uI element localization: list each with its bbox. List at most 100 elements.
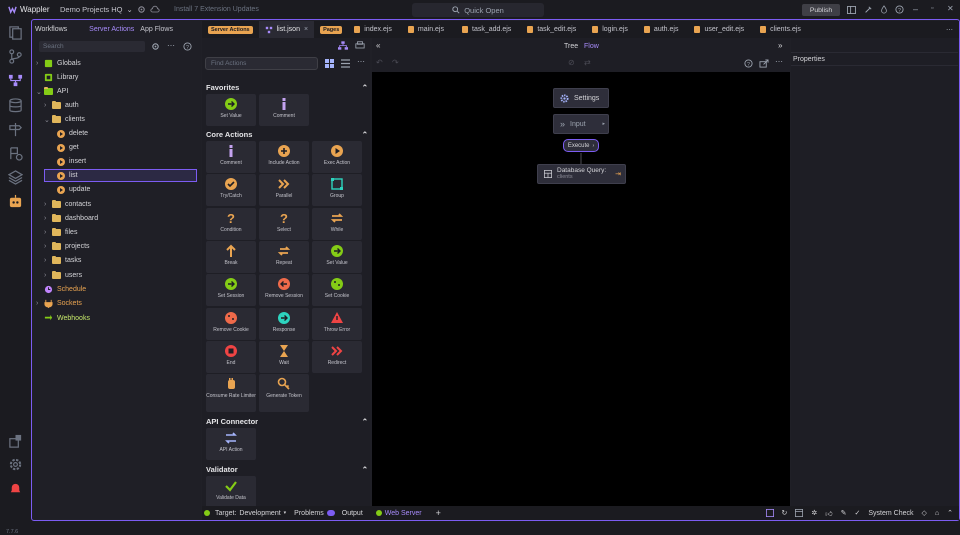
favorites-section-header[interactable]: Favorites ⌃ xyxy=(206,81,368,93)
action-tile[interactable]: API Action xyxy=(206,428,256,460)
action-tile[interactable]: Throw Error xyxy=(312,307,362,340)
view-flow-tab[interactable]: Flow xyxy=(584,43,599,50)
action-tile[interactable]: Redirect xyxy=(312,340,362,373)
minimize-icon[interactable]: – xyxy=(913,4,918,14)
tree-item-globals[interactable]: › Globals xyxy=(36,57,81,70)
git-icon[interactable] xyxy=(8,49,23,64)
layout-icon[interactable] xyxy=(847,6,856,14)
web-server-button[interactable]: Web Server xyxy=(385,510,422,517)
disabled-tool-icon[interactable]: ⊘ xyxy=(568,58,575,67)
action-tile[interactable]: Set Value xyxy=(206,94,256,126)
help-icon[interactable]: ? xyxy=(895,5,904,14)
tab-file[interactable]: task_edit.ejs xyxy=(519,21,584,38)
find-actions-input[interactable]: Find Actions xyxy=(205,57,318,70)
action-tile[interactable]: While xyxy=(312,207,362,240)
collapse-up-icon[interactable]: ⌃ xyxy=(947,509,953,517)
tree-item-get[interactable]: get xyxy=(57,141,79,154)
list-view-icon[interactable] xyxy=(341,59,350,68)
settings-node[interactable]: Settings xyxy=(553,88,609,108)
home-icon[interactable]: ⌂ xyxy=(935,510,939,517)
tree-item-delete[interactable]: delete xyxy=(57,127,88,140)
routing-icon[interactable] xyxy=(8,122,23,137)
tabs-more-icon[interactable]: ⋯ xyxy=(946,26,953,34)
dropdown-icon[interactable]: ▾ xyxy=(284,510,287,516)
layers-icon[interactable] xyxy=(8,170,23,185)
tab-file[interactable]: auth.ejs xyxy=(636,21,687,38)
flow-more-icon[interactable]: ⋯ xyxy=(775,57,783,66)
action-tile[interactable]: Consume Rate Limiter xyxy=(206,374,256,413)
action-tile[interactable]: Generate Token xyxy=(259,374,309,413)
tree-item-contacts[interactable]: › contacts xyxy=(44,198,91,211)
cloud-icon[interactable] xyxy=(150,5,160,14)
security-icon[interactable] xyxy=(8,146,23,161)
tab-app-flows[interactable]: App Flows xyxy=(140,26,173,33)
grid-view-icon[interactable] xyxy=(325,59,334,68)
tree-item-clients[interactable]: ⌄ clients xyxy=(44,113,85,126)
action-tile[interactable]: Include Action xyxy=(259,141,309,173)
undo-icon[interactable]: ↶ xyxy=(376,58,383,67)
action-tile[interactable]: ? Select xyxy=(259,207,309,240)
action-tile[interactable]: Try/Catch xyxy=(206,174,256,207)
drop-icon[interactable] xyxy=(880,5,888,14)
input-node[interactable]: » Input ▸ xyxy=(553,114,609,134)
tab-server-actions[interactable]: Server Actions xyxy=(89,26,134,33)
action-tile[interactable]: Response xyxy=(259,307,309,340)
view-tree-tab[interactable]: Tree xyxy=(564,43,578,50)
action-tile[interactable]: Validate Data xyxy=(206,476,256,506)
target-value[interactable]: Development xyxy=(239,510,280,517)
action-tile[interactable]: Group xyxy=(312,174,362,207)
core-actions-section-header[interactable]: Core Actions ⌃ xyxy=(206,128,368,140)
publish-button[interactable]: Publish xyxy=(802,4,840,16)
output-button[interactable]: Output xyxy=(342,510,363,517)
database-query-node[interactable]: Database Query: clients ⇥ xyxy=(537,164,626,184)
tree-item-files[interactable]: › files xyxy=(44,226,77,239)
disabled-tool-icon[interactable]: ⇄ xyxy=(584,58,591,67)
tab-workflows[interactable]: Workflows xyxy=(35,26,67,33)
tree-settings-icon[interactable] xyxy=(151,42,160,51)
edit-icon[interactable]: ✎ xyxy=(841,509,847,517)
more-icon[interactable]: ⋯ xyxy=(167,41,175,50)
tree-item-update[interactable]: update xyxy=(57,183,90,196)
tab-file[interactable]: clients.ejs xyxy=(752,21,809,38)
tree-item-insert[interactable]: insert xyxy=(57,155,86,168)
execute-node[interactable]: Execute › xyxy=(563,139,599,152)
close-icon[interactable]: ✕ xyxy=(947,4,954,13)
tree-item-tasks[interactable]: › tasks xyxy=(44,254,81,267)
print-icon[interactable] xyxy=(355,41,365,50)
hierarchy-icon[interactable] xyxy=(338,41,348,50)
maximize-icon[interactable]: ▫ xyxy=(931,5,933,12)
flow-canvas[interactable]: Settings » Input ▸ Execute › Database Qu… xyxy=(372,72,790,506)
action-tile[interactable]: Set Cookie xyxy=(312,274,362,307)
tab-file[interactable]: login.ejs xyxy=(584,21,636,38)
action-tile[interactable]: Set Session xyxy=(206,274,256,307)
tree-item-sockets[interactable]: › Sockets xyxy=(36,297,82,310)
gear-icon[interactable] xyxy=(137,5,146,14)
pages-icon[interactable] xyxy=(8,25,23,40)
notifications-icon[interactable] xyxy=(8,481,23,496)
server-connect-icon[interactable] xyxy=(8,73,23,88)
settings-gear-icon[interactable] xyxy=(8,457,23,472)
action-tile[interactable]: Comment xyxy=(206,141,256,173)
window-icon[interactable] xyxy=(795,509,804,517)
tree-item-schedule[interactable]: Schedule xyxy=(36,283,86,296)
eraser-icon[interactable]: ◇ xyxy=(922,509,927,517)
redo-icon[interactable]: ↷ xyxy=(392,58,399,67)
action-tile[interactable]: Parallel xyxy=(259,174,309,207)
tree-item-webhooks[interactable]: Webhooks xyxy=(36,312,90,325)
validator-section-header[interactable]: Validator ⌃ xyxy=(206,463,368,475)
system-check-button[interactable]: System Check xyxy=(868,510,913,517)
action-tile[interactable]: Set Value xyxy=(312,240,362,273)
tab-file[interactable]: task_add.ejs xyxy=(454,21,519,38)
action-tile[interactable]: Break xyxy=(206,240,256,273)
tree-help-icon[interactable]: ? xyxy=(183,42,192,51)
tab-file[interactable]: index.ejs xyxy=(348,21,398,38)
ai-assistant-icon[interactable] xyxy=(8,194,23,209)
tree-item-auth[interactable]: › auth xyxy=(44,99,79,112)
tree-item-list-selected[interactable]: list xyxy=(44,169,197,182)
tab-file[interactable]: user_edit.ejs xyxy=(686,21,752,38)
action-tile[interactable]: Exec Action xyxy=(312,141,362,173)
tab-file[interactable]: main.ejs xyxy=(398,21,454,38)
extensions-icon[interactable] xyxy=(8,434,23,449)
tree-search-input[interactable]: Search xyxy=(39,41,145,52)
collapse-right-icon[interactable]: » xyxy=(778,41,782,50)
